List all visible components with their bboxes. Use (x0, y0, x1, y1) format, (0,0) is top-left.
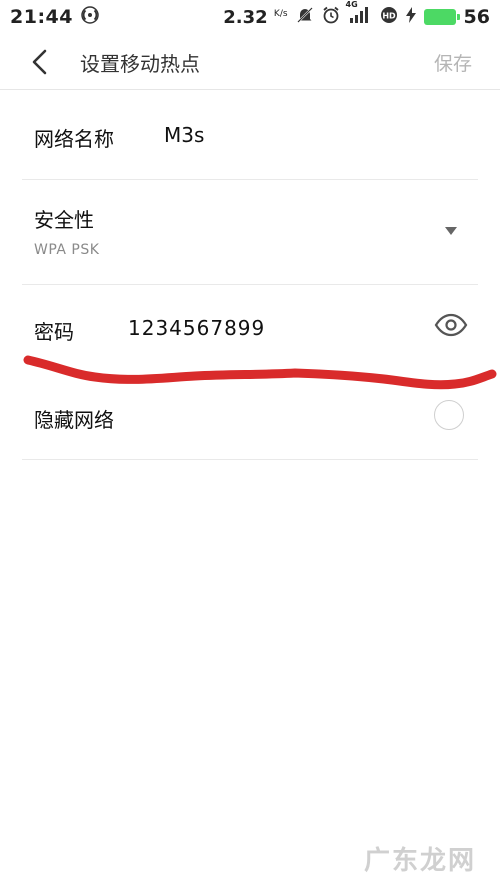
password-input[interactable]: 1234567899 (128, 316, 265, 340)
status-time: 21:44 (10, 6, 73, 28)
network-name-row[interactable]: 网络名称 M3s (22, 90, 478, 180)
hidden-network-label: 隐藏网络 (34, 408, 114, 432)
watermark-text: 广东龙网 (363, 846, 476, 876)
hidden-network-row[interactable]: 隐藏网络 (22, 370, 478, 460)
hidden-network-radio[interactable] (434, 400, 464, 430)
password-label: 密码 (34, 320, 74, 344)
network-name-input[interactable]: M3s (164, 123, 204, 147)
security-value: WPA PSK (34, 242, 100, 258)
network-speed: 2.32 K/s (223, 6, 288, 28)
title-bar: 设置移动热点 保存 (0, 34, 500, 90)
charging-bolt-icon (405, 6, 416, 28)
hd-voice-icon: HD (380, 6, 398, 29)
page-title: 设置移动热点 (80, 52, 200, 76)
status-bar-right: 2.32 K/s 4G HD 56 (223, 0, 490, 29)
battery-level: 56 (463, 6, 490, 28)
mute-bell-icon (296, 6, 314, 29)
network-name-label: 网络名称 (34, 127, 114, 151)
back-button[interactable] (22, 46, 58, 78)
dropdown-triangle-icon[interactable] (444, 226, 458, 236)
show-password-eye-icon[interactable] (434, 313, 468, 337)
status-bar-left: 21:44 (10, 5, 99, 29)
hotspot-icon (81, 5, 99, 29)
security-row[interactable]: 安全性 WPA PSK (22, 180, 478, 285)
alarm-icon (322, 6, 340, 29)
security-label: 安全性 (34, 208, 94, 232)
password-row: 密码 1234567899 (22, 285, 478, 370)
chevron-left-icon (32, 49, 47, 75)
save-button[interactable]: 保存 (434, 49, 472, 76)
battery-icon (423, 9, 460, 25)
cellular-signal-icon: 4G (346, 0, 372, 29)
status-bar: 21:44 2.32 K/s 4G HD 56 (0, 0, 500, 34)
svg-text:HD: HD (382, 11, 396, 20)
